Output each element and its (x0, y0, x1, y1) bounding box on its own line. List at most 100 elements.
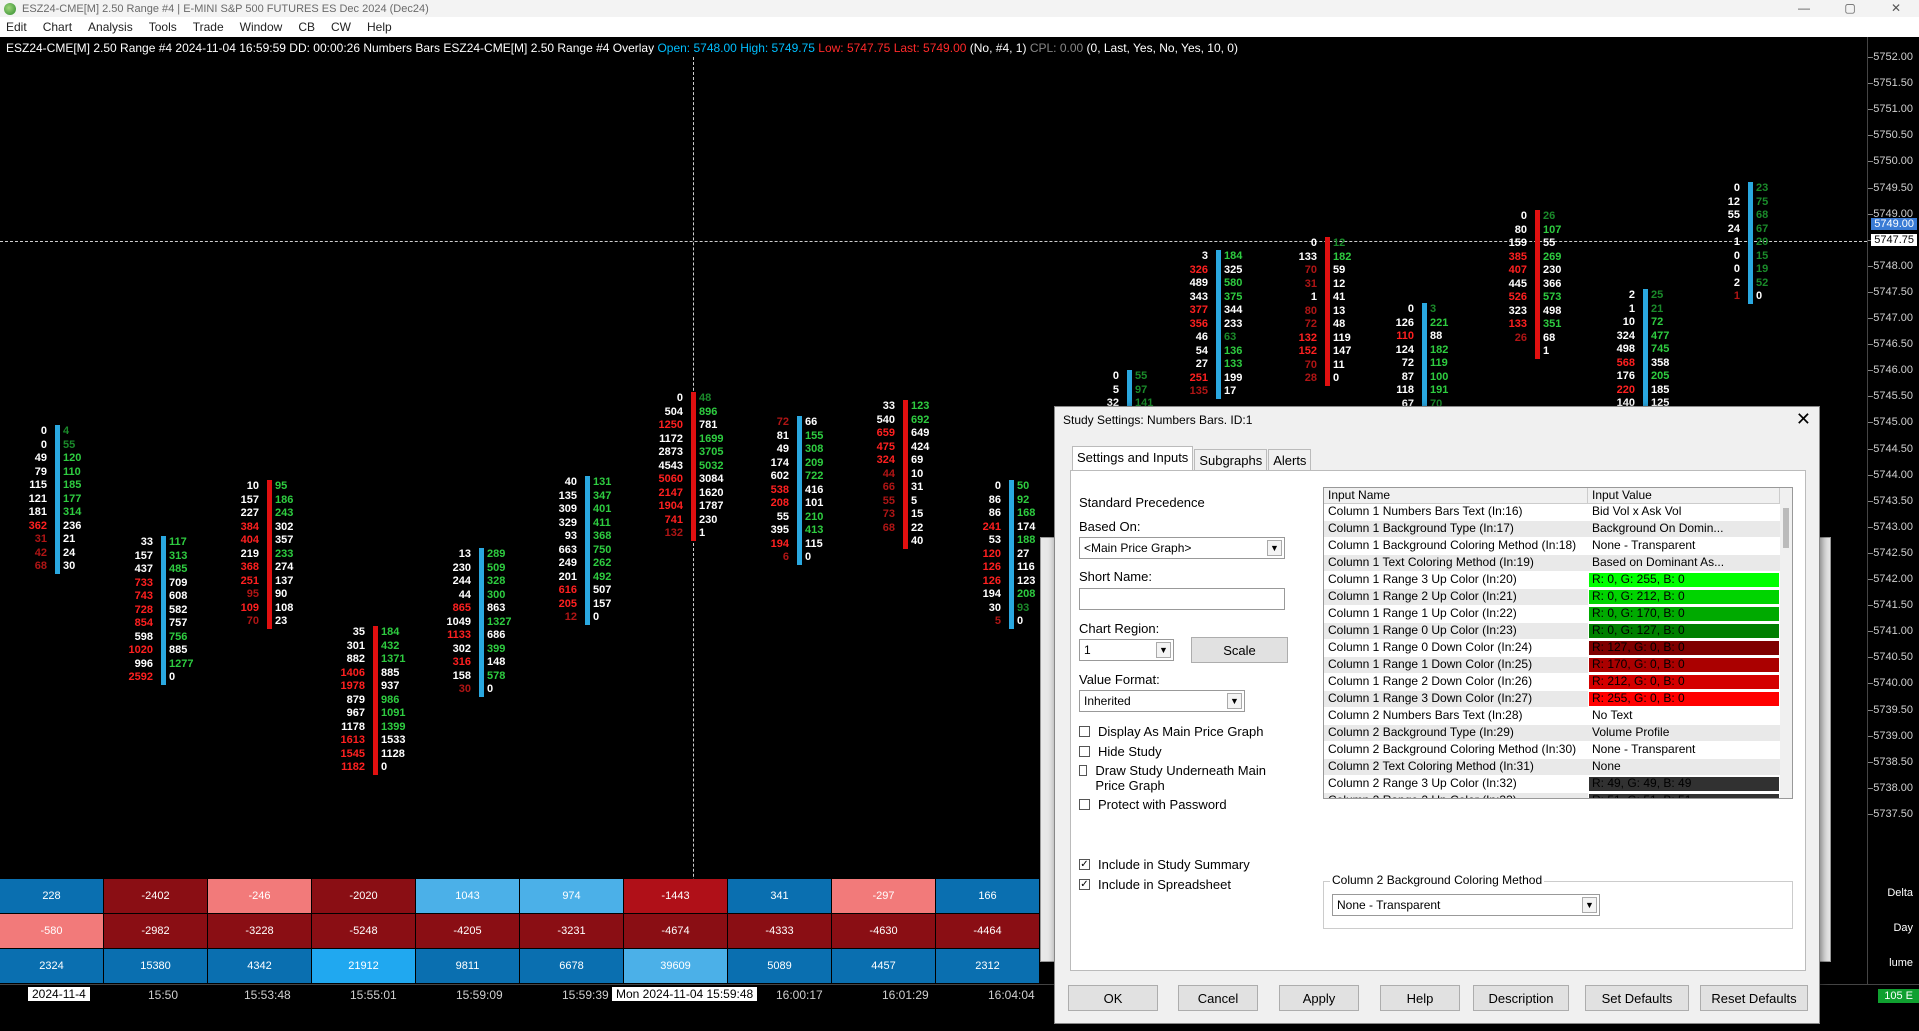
grid-header-input-value[interactable]: Input Value (1588, 488, 1780, 503)
bid-volumes: 10 157 227 384 404 219 368 251 95 109 70 (241, 480, 259, 629)
short-name-input[interactable] (1079, 588, 1285, 610)
input-value[interactable]: R: 51, G: 51, B: 51 (1588, 793, 1780, 798)
grid-row[interactable]: Column 2 Numbers Bars Text (In:28) No Tex… (1324, 708, 1792, 725)
bid-volume: 326 (1189, 263, 1208, 276)
grid-row[interactable]: Column 1 Background Coloring Method (In:… (1324, 538, 1792, 555)
grid-row[interactable]: Column 2 Range 3 Up Color (In:32) R: 49, … (1324, 776, 1792, 793)
menu-window[interactable]: Window (232, 20, 291, 34)
menu-trade[interactable]: Trade (185, 20, 232, 34)
input-value[interactable]: R: 0, G: 127, B: 0 (1588, 623, 1780, 639)
hide-study-checkbox[interactable]: Hide Study (1079, 744, 1162, 759)
chart-region-value: 1 (1084, 643, 1091, 657)
tab-alerts[interactable]: Alerts (1268, 449, 1312, 471)
checkbox-box[interactable] (1079, 765, 1088, 776)
input-value[interactable]: Volume Profile (1588, 725, 1780, 741)
input-value[interactable]: R: 255, G: 0, B: 0 (1588, 691, 1780, 707)
input-value[interactable]: Based on Dominant As... (1588, 555, 1780, 571)
minimize-button[interactable]: — (1781, 0, 1827, 17)
input-value[interactable]: Background On Domin... (1588, 521, 1780, 537)
bid-volume: 251 (1189, 371, 1208, 384)
checkbox-label: Display As Main Price Graph (1098, 724, 1264, 739)
ask-volume: 72 (1651, 316, 1664, 328)
based-on-select[interactable]: <Main Price Graph> ▼ (1079, 537, 1285, 559)
input-value[interactable]: R: 127, G: 0, B: 0 (1588, 640, 1780, 656)
dialog-close-icon[interactable]: ✕ (1796, 409, 1811, 430)
bid-volumes: 33 540 659 475 324 44 66 55 73 68 (877, 400, 895, 535)
menu-help[interactable]: Help (359, 20, 400, 34)
menu-tools[interactable]: Tools (141, 20, 185, 34)
grid-row[interactable]: Column 1 Range 2 Up Color (In:21) R: 0, G… (1324, 589, 1792, 606)
scale-button[interactable]: Scale (1191, 637, 1288, 663)
input-value[interactable]: R: 0, G: 170, B: 0 (1588, 606, 1780, 622)
tab-settings-and-inputs[interactable]: Settings and Inputs (1072, 446, 1194, 471)
grid-row[interactable]: Column 1 Range 2 Down Color (In:26) R: 21… (1324, 674, 1792, 691)
input-value[interactable]: None - Transparent (1588, 538, 1780, 554)
checkbox-box[interactable] (1079, 726, 1090, 737)
grid-row[interactable]: Column 1 Text Coloring Method (In:19) Bas… (1324, 555, 1792, 572)
grid-row[interactable]: Column 2 Background Coloring Method (In:… (1324, 742, 1792, 759)
scrollbar-thumb[interactable] (1783, 508, 1789, 548)
menu-edit[interactable]: Edit (0, 20, 35, 34)
grid-row[interactable]: Column 1 Range 3 Up Color (In:20) R: 0, G… (1324, 572, 1792, 589)
grid-row[interactable]: Column 1 Range 0 Up Color (In:23) R: 0, G… (1324, 623, 1792, 640)
checkbox-box[interactable] (1079, 746, 1090, 757)
column2-coloring-select[interactable]: None - Transparent ▼ (1332, 894, 1600, 916)
chart-region-select[interactable]: 1 ▼ (1079, 639, 1174, 661)
protect-password-checkbox[interactable]: Protect with Password (1079, 797, 1227, 812)
bid-volume: 854 (134, 617, 153, 629)
input-value[interactable]: R: 170, G: 0, B: 0 (1588, 657, 1780, 673)
input-value[interactable]: None - Transparent (1588, 742, 1780, 758)
input-value[interactable]: R: 0, G: 255, B: 0 (1588, 572, 1780, 588)
grid-row[interactable]: Column 1 Range 1 Up Color (In:22) R: 0, G… (1324, 606, 1792, 623)
maximize-button[interactable]: ▢ (1827, 0, 1873, 17)
grid-header-input-name[interactable]: Input Name (1324, 488, 1588, 503)
input-value[interactable]: None (1588, 759, 1780, 775)
bid-volume: 602 (770, 470, 789, 482)
help-button[interactable]: Help (1380, 985, 1460, 1011)
ask-volume: 358 (1651, 356, 1670, 369)
grid-row[interactable]: Column 1 Background Type (In:17) Backgrou… (1324, 521, 1792, 538)
grid-row[interactable]: Column 2 Text Coloring Method (In:31) Non… (1324, 759, 1792, 776)
apply-button[interactable]: Apply (1279, 985, 1359, 1011)
grid-row[interactable]: Column 1 Range 3 Down Color (In:27) R: 25… (1324, 691, 1792, 708)
ok-button[interactable]: OK (1068, 985, 1158, 1011)
bid-volume: 2147 (658, 486, 683, 499)
grid-row[interactable]: Column 1 Range 1 Down Color (In:25) R: 17… (1324, 657, 1792, 674)
ask-volumes: 48 896 781 1699 3705 5032 3084 1620 1787 230 1 (699, 392, 723, 541)
grid-row[interactable]: Column 2 Background Type (In:29) Volume P… (1324, 725, 1792, 742)
include-summary-checkbox[interactable]: ✓ Include in Study Summary (1079, 857, 1250, 872)
set-defaults-button[interactable]: Set Defaults (1585, 985, 1689, 1011)
chevron-down-icon: ▼ (1156, 642, 1171, 658)
ask-volume: 986 (381, 693, 400, 706)
description-button[interactable]: Description (1473, 985, 1569, 1011)
checkbox-box[interactable]: ✓ (1079, 859, 1090, 870)
tab-subgraphs[interactable]: Subgraphs (1194, 449, 1268, 471)
input-value[interactable]: Bid Vol x Ask Vol (1588, 504, 1780, 520)
cancel-button[interactable]: Cancel (1178, 985, 1258, 1011)
input-value[interactable]: No Text (1588, 708, 1780, 724)
include-spreadsheet-checkbox[interactable]: ✓ Include in Spreadsheet (1079, 877, 1231, 892)
grid-row[interactable]: Column 1 Numbers Bars Text (In:16) Bid Vo… (1324, 504, 1792, 521)
inputs-grid[interactable]: Input Name Input Value Column 1 Numbers … (1323, 487, 1793, 799)
ask-volume: 896 (699, 405, 718, 418)
grid-scrollbar[interactable] (1780, 488, 1792, 798)
grid-row[interactable]: Column 1 Range 0 Down Color (In:24) R: 12… (1324, 640, 1792, 657)
menu-cw[interactable]: CW (323, 20, 359, 34)
ask-volume: 188 (1017, 534, 1036, 546)
reset-defaults-button[interactable]: Reset Defaults (1700, 985, 1808, 1011)
input-value[interactable]: R: 212, G: 0, B: 0 (1588, 674, 1780, 690)
input-value[interactable]: R: 0, G: 212, B: 0 (1588, 589, 1780, 605)
close-window-button[interactable]: ✕ (1873, 0, 1919, 17)
bid-volume: 86 (988, 507, 1001, 519)
checkbox-box[interactable] (1079, 799, 1090, 810)
value-format-select[interactable]: Inherited ▼ (1079, 690, 1245, 712)
menu-cb[interactable]: CB (290, 20, 323, 34)
draw-underneath-checkbox[interactable]: Draw Study Underneath Main Price Graph (1079, 763, 1269, 793)
checkbox-box[interactable]: ✓ (1079, 879, 1090, 890)
menu-analysis[interactable]: Analysis (80, 20, 141, 34)
price-axis[interactable]: 5752.00 5751.50 5751.00 5750.50 5750.00 5749.… (1867, 37, 1919, 997)
grid-row[interactable]: Column 2 Range 2 Up Color (In:33)R: 51, … (1324, 793, 1792, 798)
menu-chart[interactable]: Chart (35, 20, 80, 34)
display-as-main-checkbox[interactable]: Display As Main Price Graph (1079, 724, 1263, 739)
input-value[interactable]: R: 49, G: 49, B: 49 (1588, 776, 1780, 792)
